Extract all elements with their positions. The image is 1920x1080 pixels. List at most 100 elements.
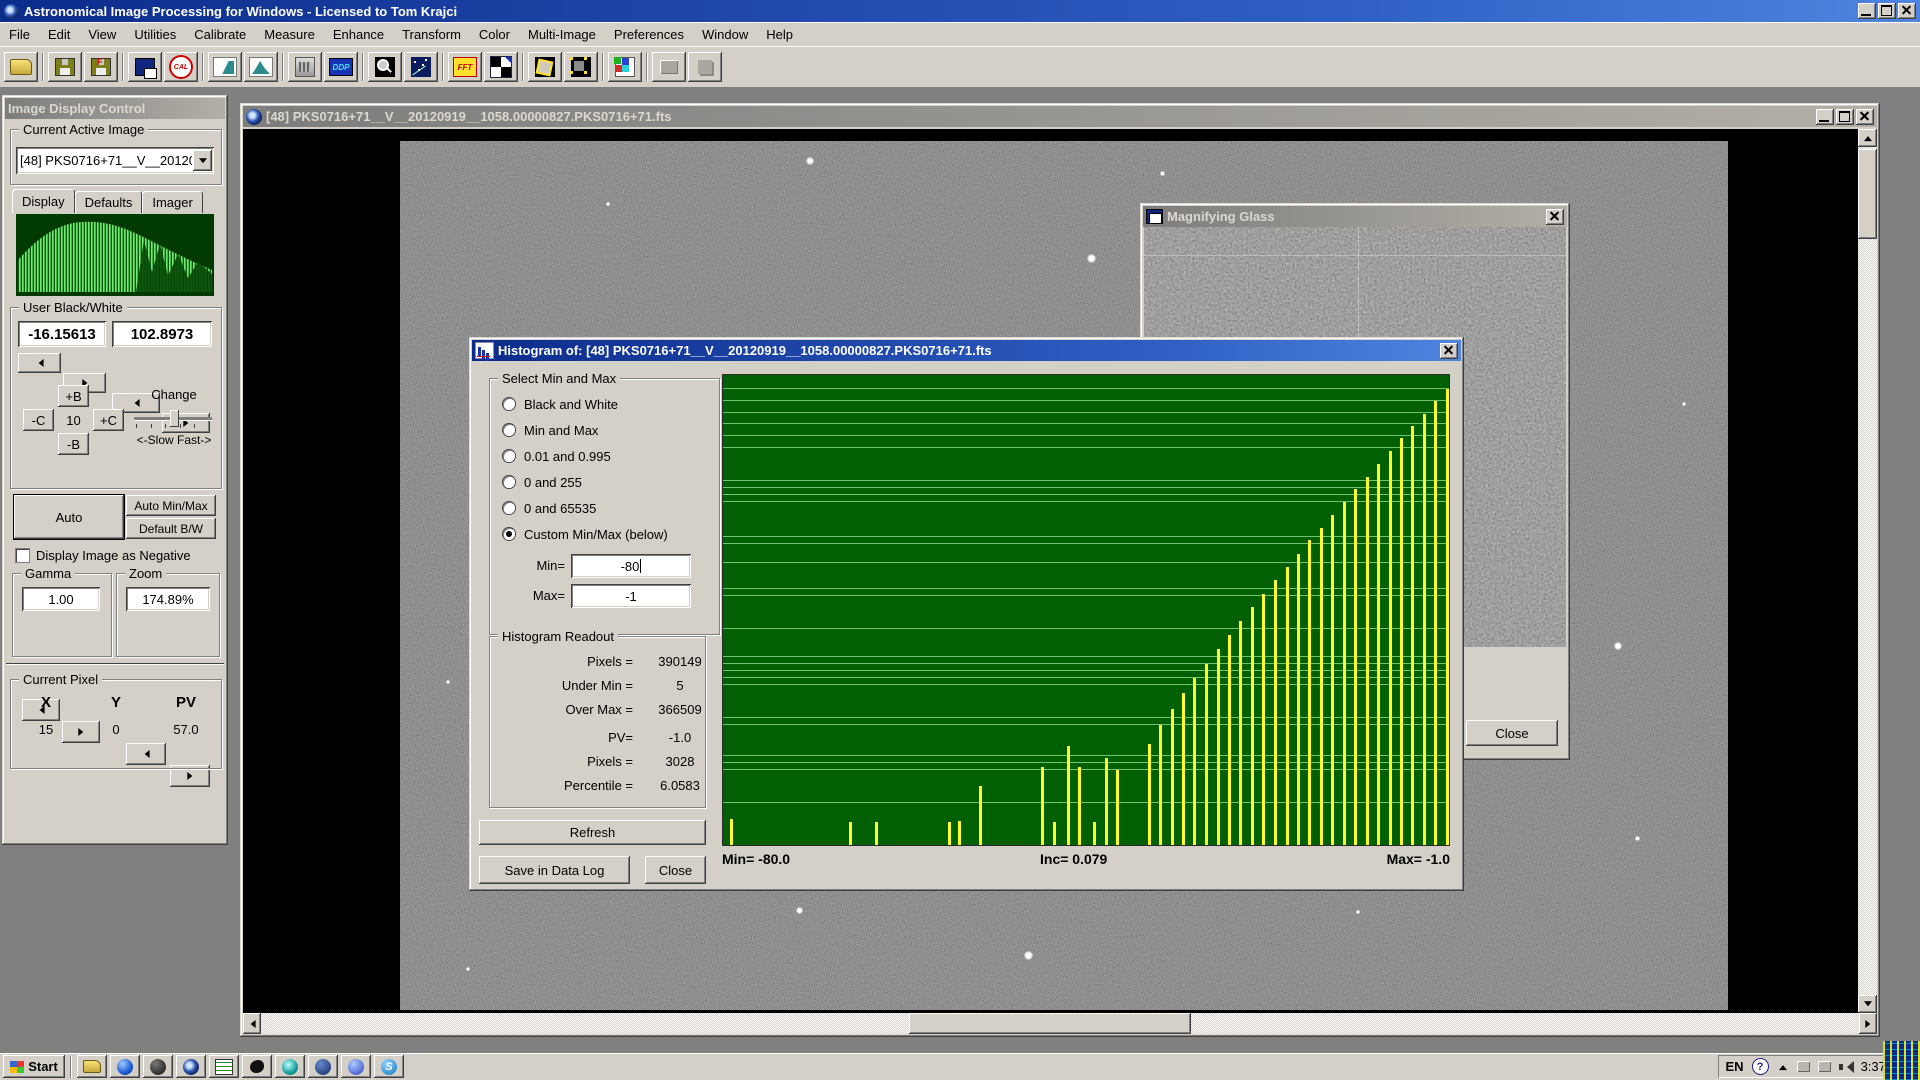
open-file-button[interactable]: [4, 52, 38, 82]
vscroll-thumb[interactable]: [1858, 149, 1877, 239]
save-in-data-log-button[interactable]: Save in Data Log: [479, 856, 630, 884]
menu-multi-image[interactable]: Multi-Image: [519, 24, 605, 45]
menu-calibrate[interactable]: Calibrate: [185, 24, 255, 45]
taskbar-skype-button[interactable]: S: [374, 1055, 404, 1078]
negative-checkbox-row[interactable]: Display Image as Negative: [16, 548, 191, 563]
tab-imager[interactable]: Imager: [142, 191, 202, 213]
rotate-button[interactable]: [528, 52, 562, 82]
active-image-combobox[interactable]: [48] PKS0716+71__V__20120: [16, 147, 214, 174]
negative-checkbox[interactable]: [16, 549, 29, 562]
menu-file[interactable]: File: [0, 24, 39, 45]
minus-c-button[interactable]: -C: [23, 409, 54, 431]
fft-button[interactable]: FFT: [448, 52, 482, 82]
default-bw-button[interactable]: Default B/W: [126, 518, 216, 539]
menu-enhance[interactable]: Enhance: [324, 24, 393, 45]
image-maximize-button[interactable]: [1836, 109, 1854, 125]
start-button[interactable]: Start: [3, 1055, 65, 1078]
save-fits-button[interactable]: F: [84, 52, 118, 82]
radio-black-and-white[interactable]: Black and White: [503, 396, 618, 412]
magnify-button[interactable]: [368, 52, 402, 82]
tray-help-icon[interactable]: ?: [1752, 1058, 1769, 1075]
radio-0-255[interactable]: 0 and 255: [503, 474, 582, 490]
menu-help[interactable]: Help: [757, 24, 802, 45]
menu-window[interactable]: Window: [693, 24, 757, 45]
app-minimize-button[interactable]: [1858, 3, 1876, 19]
refresh-button[interactable]: Refresh: [479, 820, 706, 845]
black-decrease-button[interactable]: [18, 353, 61, 373]
taskbar-aip-button[interactable]: [176, 1055, 206, 1078]
auto-button[interactable]: Auto: [14, 495, 124, 539]
app-restore-button[interactable]: [1878, 3, 1896, 19]
menu-utilities[interactable]: Utilities: [125, 24, 185, 45]
ddp-button[interactable]: DDP: [324, 52, 358, 82]
linear-stretch-button[interactable]: [208, 52, 242, 82]
black-level-input[interactable]: -16.15613: [18, 321, 106, 347]
save-button[interactable]: [48, 52, 82, 82]
radio-custom-minmax[interactable]: Custom Min/Max (below): [503, 526, 668, 542]
astrometry-button[interactable]: [404, 52, 438, 82]
app-close-button[interactable]: [1898, 3, 1916, 19]
radio-dot[interactable]: [503, 398, 515, 410]
white-level-input[interactable]: 102.8973: [112, 321, 212, 347]
image-window-titlebar[interactable]: [48] PKS0716+71__V__20120919__1058.00000…: [243, 106, 1877, 127]
menu-edit[interactable]: Edit: [39, 24, 79, 45]
image-horizontal-scrollbar[interactable]: [243, 1013, 1877, 1034]
min-input[interactable]: -80: [571, 554, 691, 578]
tray-caret-icon[interactable]: [1777, 1061, 1789, 1073]
radio-001-0995[interactable]: 0.01 and 0.995: [503, 448, 611, 464]
scroll-right-button[interactable]: [1859, 1013, 1877, 1034]
tray-print-icon[interactable]: [1818, 1061, 1831, 1072]
histogram-dialog-close-x[interactable]: [1440, 343, 1458, 359]
radio-dot[interactable]: [503, 450, 515, 462]
histogram-button[interactable]: [244, 52, 278, 82]
plus-c-button[interactable]: +C: [93, 409, 124, 431]
histogram-dialog-titlebar[interactable]: Histogram of: [48] PKS0716+71__V__201209…: [472, 340, 1461, 361]
radio-dot[interactable]: [503, 476, 515, 488]
resize-button[interactable]: [484, 52, 518, 82]
magnifier-close-x-button[interactable]: [1546, 209, 1564, 225]
taskbar-app-dark-button[interactable]: [143, 1055, 173, 1078]
taskbar-app-dark2-button[interactable]: [308, 1055, 338, 1078]
combobox-dropdown-button[interactable]: [193, 150, 212, 171]
radio-min-and-max[interactable]: Min and Max: [503, 422, 598, 438]
tab-display[interactable]: Display: [12, 189, 75, 213]
tile-windows-button[interactable]: [608, 52, 642, 82]
menu-preferences[interactable]: Preferences: [605, 24, 693, 45]
radio-dot[interactable]: [503, 424, 515, 436]
taskbar-ink-button[interactable]: [242, 1055, 272, 1078]
language-indicator[interactable]: EN: [1726, 1059, 1744, 1074]
radio-0-65535[interactable]: 0 and 65535: [503, 500, 596, 516]
image-minimize-button[interactable]: [1816, 109, 1834, 125]
idc-titlebar[interactable]: Image Display Control: [5, 98, 225, 119]
duplicate-image-button[interactable]: [128, 52, 162, 82]
calibrate-button[interactable]: CAL: [164, 52, 198, 82]
tray-display-icon[interactable]: [1797, 1061, 1810, 1072]
menu-transform[interactable]: Transform: [393, 24, 470, 45]
image-close-button[interactable]: [1856, 109, 1874, 125]
magnifier-titlebar[interactable]: Magnifying Glass: [1143, 206, 1567, 227]
scroll-up-button[interactable]: [1858, 129, 1877, 147]
radio-dot-selected[interactable]: [503, 528, 515, 540]
hscroll-thumb[interactable]: [909, 1013, 1191, 1034]
menu-color[interactable]: Color: [470, 24, 519, 45]
taskbar-globe-button[interactable]: [275, 1055, 305, 1078]
radio-dot[interactable]: [503, 502, 515, 514]
taskbar-browser-button[interactable]: [110, 1055, 140, 1078]
minus-b-button[interactable]: -B: [58, 433, 89, 455]
gamma-input[interactable]: 1.00: [22, 587, 100, 611]
taskbar-spreadsheet-button[interactable]: [209, 1055, 239, 1078]
menu-measure[interactable]: Measure: [255, 24, 324, 45]
scroll-down-button[interactable]: [1858, 995, 1877, 1013]
ccd-tools-button[interactable]: [288, 52, 322, 82]
zoom-input[interactable]: 174.89%: [126, 587, 210, 611]
plus-b-button[interactable]: +B: [58, 385, 89, 407]
dialog-close-button[interactable]: Close: [645, 856, 706, 884]
max-input[interactable]: -1: [571, 584, 691, 608]
auto-minmax-button[interactable]: Auto Min/Max: [126, 495, 216, 516]
taskbar-folder-button[interactable]: [77, 1055, 107, 1078]
tray-volume-icon[interactable]: [1839, 1061, 1853, 1073]
magnifier-close-button[interactable]: Close: [1466, 720, 1558, 746]
crop-button[interactable]: [564, 52, 598, 82]
change-slider-track[interactable]: [134, 417, 212, 420]
scroll-left-button[interactable]: [243, 1013, 261, 1034]
